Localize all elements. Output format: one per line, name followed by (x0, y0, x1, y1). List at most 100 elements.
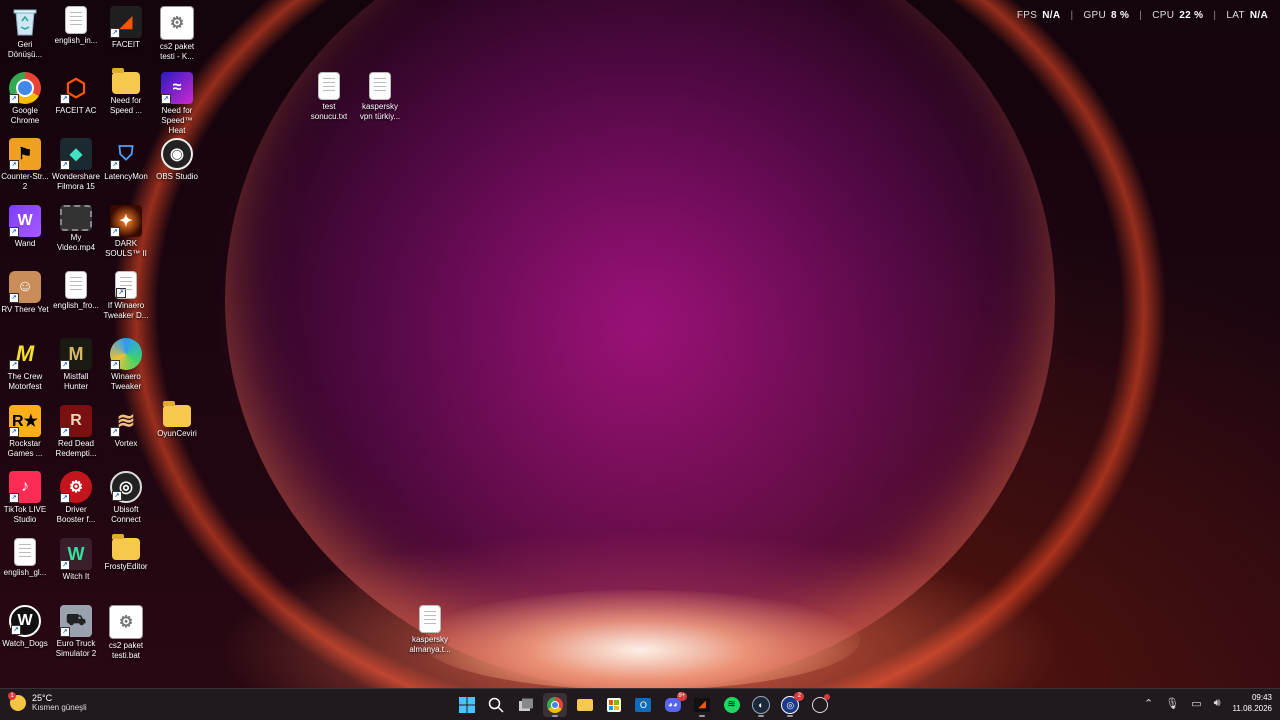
desktop-icon-label: cs2 paket testi.bat (108, 641, 144, 660)
desktop-icon-red-dead-redemption[interactable]: R ↗ Red Dead Redempti... (51, 405, 101, 459)
bat-file-icon: ⚙ (109, 605, 143, 639)
desktop-icon-cs2-paket-testi-bat[interactable]: ⚙ cs2 paket testi.bat (101, 605, 151, 661)
desktop-icon-dark-souls-2[interactable]: ✦ ↗ DARK SOULS™ II (101, 205, 151, 259)
desktop-icon-english-in[interactable]: english_in... (51, 6, 101, 46)
desktop-icon-label: Geri Dönüşü... (7, 40, 43, 59)
shortcut-arrow-icon: ↗ (60, 360, 70, 370)
faceit-icon: ◢ ↗ (110, 6, 142, 38)
desktop-icon-watch-dogs[interactable]: W ↗ Watch_Dogs (0, 605, 50, 649)
windows-start-icon[interactable] (455, 693, 479, 717)
shortcut-arrow-icon: ↗ (60, 94, 70, 104)
file-icon (65, 271, 87, 299)
desktop-icon-google-chrome[interactable]: ↗ Google Chrome (0, 72, 50, 126)
desktop-icon-label: Watch_Dogs (2, 639, 48, 648)
shortcut-arrow-icon: ↗ (60, 493, 70, 503)
microsoft-store-icon[interactable] (602, 693, 626, 717)
desktop-icon-need-for-speed-folder[interactable]: Need for Speed ... (101, 68, 151, 116)
search-icon[interactable] (484, 693, 508, 717)
desktop-icon-english-fro[interactable]: english_fro... (51, 271, 101, 311)
speaker-icon[interactable]: 🔊︎ (1214, 697, 1221, 710)
desktop-icon-label: kaspersky vpn türkiy... (359, 102, 401, 121)
outlook-icon[interactable]: O (631, 693, 655, 717)
desktop-icon-label: test sonucu.txt (310, 102, 348, 121)
spotify-icon[interactable]: ≋ (720, 693, 744, 717)
desktop-icon-label: Google Chrome (10, 106, 40, 125)
desktop-icon-ubisoft-connect[interactable]: ◎ ↗ Ubisoft Connect (101, 471, 151, 525)
notification-dot (823, 694, 830, 700)
desktop-icon-test-sonucu[interactable]: test sonucu.txt (304, 72, 354, 122)
desktop-icon-label: Wondershare Filmora 15 (52, 172, 100, 191)
shortcut-arrow-icon: ↗ (110, 160, 120, 170)
desktop-icon-kaspersky-almanya[interactable]: kaspersky almanya.t... (405, 605, 455, 655)
desktop-icon-euro-truck-simulator-2[interactable]: ⛟ ↗ Euro Truck Simulator 2 (51, 605, 101, 659)
shortcut-arrow-icon: ↗ (9, 94, 19, 104)
desktop-icon-rv-there-yet[interactable]: ☺ ↗ RV There Yet (0, 271, 50, 315)
weather-temp: 25°C (32, 693, 53, 703)
desktop-icon-mistfall-hunter[interactable]: M ↗ Mistfall Hunter (51, 338, 101, 392)
rv-there-yet-icon: ☺ ↗ (9, 271, 41, 303)
gpu-label: GPU (1083, 10, 1107, 21)
desktop-icon-counter-strike-2[interactable]: ⚑ ↗ Counter-Str... 2 (0, 138, 50, 192)
discord-badge: 9+ (676, 692, 687, 701)
clock[interactable]: 09:43 11.08.2026 (1233, 692, 1272, 714)
clock-time: 09:43 (1251, 693, 1272, 702)
desktop-icon-label: Need for Speed™ Heat (161, 106, 193, 135)
desktop-icon-witch-it[interactable]: W ↗ Witch It (51, 538, 101, 582)
app-icon[interactable] (808, 693, 832, 717)
desktop-icon-english-gl[interactable]: english_gl... (0, 538, 50, 578)
desktop-icon-vortex[interactable]: ≋ ↗ Vortex (101, 405, 151, 449)
ubisoft-icon: ◎ ↗ (110, 471, 142, 503)
vortex-icon: ≋ ↗ (110, 405, 142, 437)
the-crew-icon: M ↗ (9, 338, 41, 370)
gpu-value: 8 % (1111, 10, 1130, 21)
shortcut-arrow-icon: ↗ (110, 28, 120, 38)
desktop-icon-the-crew-motorfest[interactable]: M ↗ The Crew Motorfest (0, 338, 50, 392)
desktop-icon-oyunceviri[interactable]: OyunCeviri (152, 401, 202, 439)
desktop-icon-label: Wand (14, 239, 36, 248)
desktop-icon-latencymon[interactable]: ⛉ ↗ LatencyMon (101, 138, 151, 182)
desktop-icon-wondershare-filmora[interactable]: ◆ ↗ Wondershare Filmora 15 (51, 138, 101, 192)
chrome-icon[interactable] (543, 693, 568, 717)
file-explorer-icon[interactable] (573, 693, 597, 717)
microphone-icon[interactable]: 🎙︎ (1165, 697, 1179, 710)
desktop-icon-label: If Winaero Tweaker D... (103, 301, 149, 320)
winaero-icon: ↗ (110, 338, 142, 370)
wand-icon: W ↗ (9, 205, 41, 237)
desktop-icon-need-for-speed-heat[interactable]: ≈ ↗ Need for Speed™ Heat (152, 72, 202, 136)
desktop-icon-frostyeditor[interactable]: FrostyEditor (101, 534, 151, 572)
desktop-icon-label: RV There Yet (1, 305, 49, 314)
faceit-icon[interactable]: ◢ (690, 693, 714, 717)
desktop-icon-winaero-tweaker-doc[interactable]: ↗ If Winaero Tweaker D... (101, 271, 151, 321)
display-icon[interactable]: ▭ (1191, 697, 1201, 710)
nfs-heat-icon: ≈ ↗ (161, 72, 193, 104)
desktop-icon-my-video[interactable]: My Video.mp4 (51, 205, 101, 253)
shortcut-arrow-icon: ↗ (9, 493, 19, 503)
weather-widget[interactable]: 1 25°C Kısmen güneşli (8, 691, 87, 712)
chevron-up-icon[interactable]: ⌃ (1144, 697, 1153, 710)
shortcut-arrow-icon: ↗ (9, 160, 19, 170)
task-view-icon[interactable] (514, 693, 538, 717)
video-file-icon (60, 205, 92, 231)
discord-icon[interactable]: ◕◕ 9+ (661, 692, 687, 717)
desktop-icon-tiktok-live-studio[interactable]: ♪ ↗ TikTok LIVE Studio (0, 471, 50, 525)
ubisoft-icon[interactable]: ◎ 2 (778, 692, 805, 717)
folder-icon (163, 401, 191, 427)
desktop-icon-faceit[interactable]: ◢ ↗ FACEIT (101, 6, 151, 50)
fps-value: N/A (1042, 10, 1061, 21)
desktop-icon-rockstar-games[interactable]: R★ ↗ Rockstar Games ... (0, 405, 50, 459)
cpu-label: CPU (1152, 10, 1175, 21)
desktop-icon-recycle-bin[interactable]: Geri Dönüşü... (0, 6, 50, 60)
desktop-icon-faceit-ac[interactable]: ⬡ ↗ FACEIT AC (51, 72, 101, 116)
desktop-icon-driver-booster[interactable]: ⚙ ↗ Driver Booster f... (51, 471, 101, 525)
taskbar: 1 25°C Kısmen güneşli O ◕◕ 9+ ◢ ≋ ◐ ◎ 2 … (0, 688, 1280, 720)
desktop-icon-label: Winaero Tweaker (110, 372, 142, 391)
desktop-icon-winaero-tweaker[interactable]: ↗ Winaero Tweaker (101, 338, 151, 392)
desktop-icon-cs2-paket-testi-k[interactable]: ⚙ cs2 paket testi - K... (152, 6, 202, 62)
desktop-icon-obs-studio[interactable]: ◉ OBS Studio (152, 138, 202, 182)
desktop-icon-wand[interactable]: W ↗ Wand (0, 205, 50, 249)
clock-date: 11.08.2026 (1232, 704, 1272, 713)
dark-souls-icon: ✦ ↗ (110, 205, 142, 237)
desktop-icon-kaspersky-vpn-turkiye[interactable]: kaspersky vpn türkiy... (355, 72, 405, 122)
file-icon (14, 538, 36, 566)
steam-icon[interactable]: ◐ (749, 693, 773, 717)
